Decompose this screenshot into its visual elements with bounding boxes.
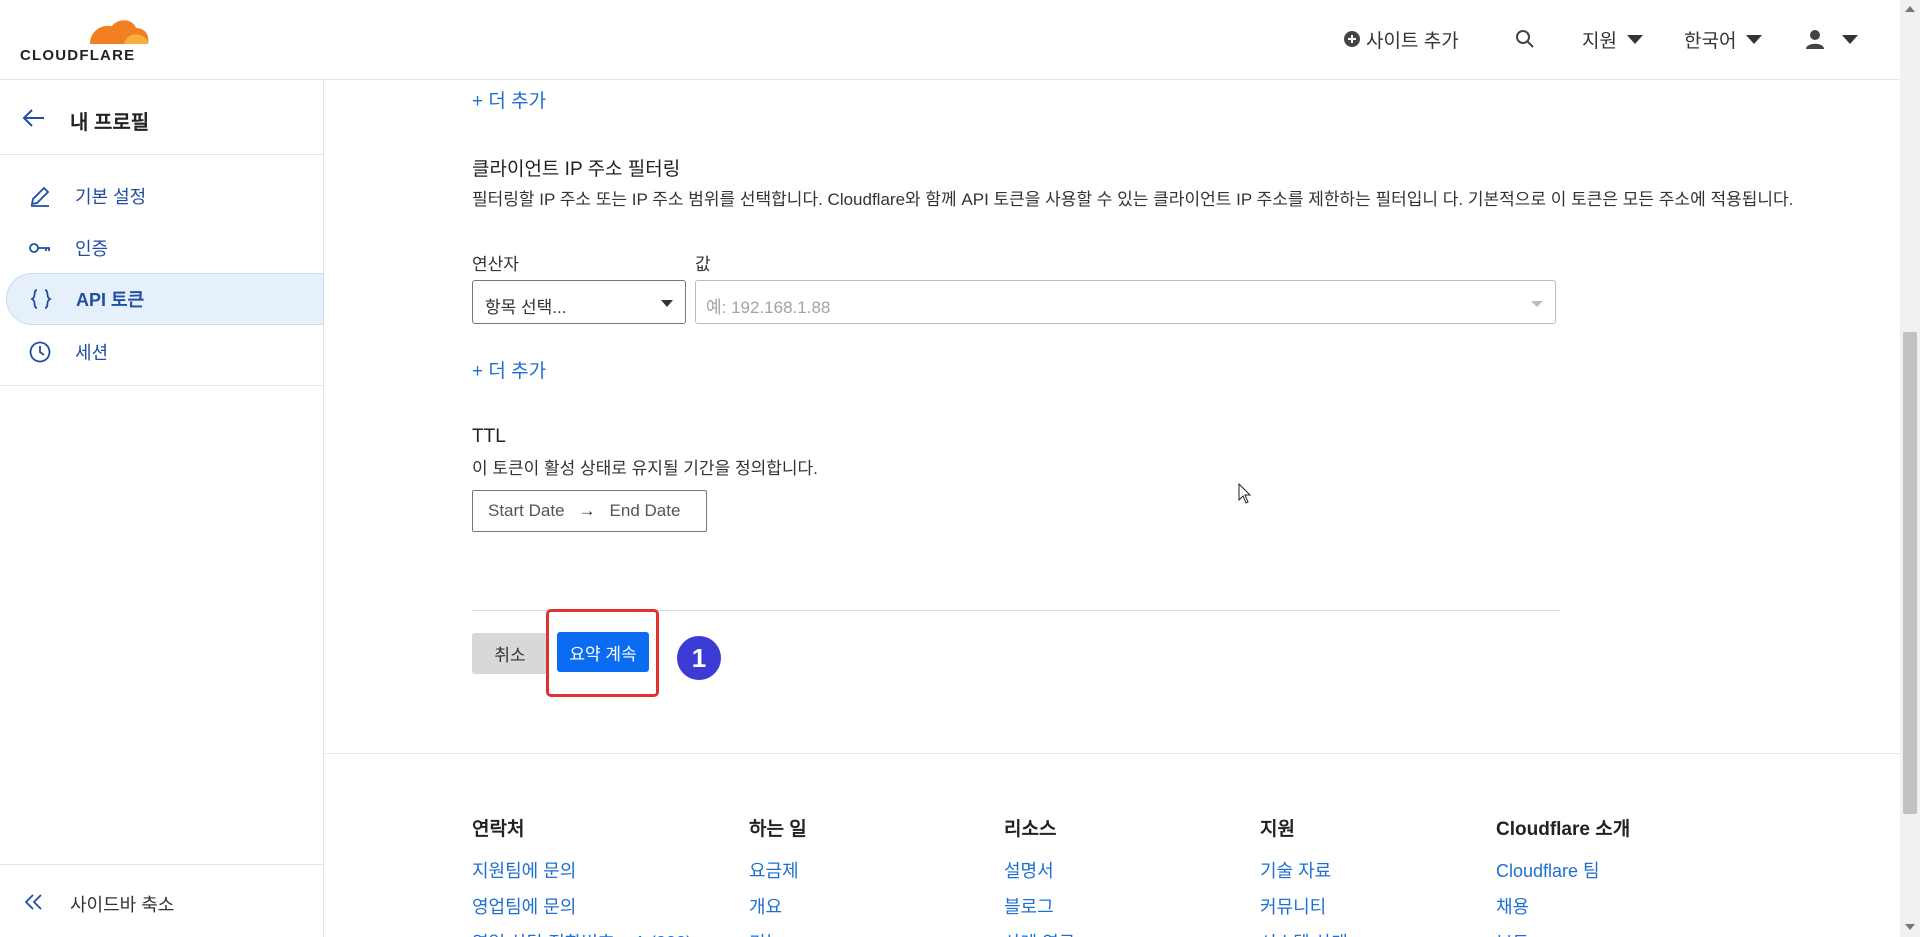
footer-link[interactable]: 블로그 <box>1004 889 1075 925</box>
cancel-button[interactable]: 취소 <box>472 633 548 674</box>
footer-link[interactable]: 시스템 상태 <box>1260 925 1348 937</box>
sidebar-nav: 기본 설정 인증 API 토큰 세션 <box>0 156 324 386</box>
footer-link[interactable]: 기능 <box>749 925 807 937</box>
ip-value-input[interactable]: 예: 192.168.1.88 <box>695 280 1556 324</box>
sidebar: 내 프로필 기본 설정 인증 API 토큰 세션 사이드바 축소 <box>0 80 324 937</box>
footer-column-contact: 연락처 지원팀에 문의 영업팀에 문의 영업 상담 전화번호: +1 (888) <box>472 814 692 937</box>
add-site-button[interactable]: 사이트 추가 <box>1344 26 1459 52</box>
chevron-down-icon <box>1626 34 1643 44</box>
braces-icon <box>30 289 52 309</box>
clock-icon <box>29 341 51 363</box>
top-header: CLOUDFLARE 사이트 추가 지원 한국어 <box>0 0 1900 80</box>
plus-circle-icon <box>1344 31 1360 47</box>
collapse-sidebar-label: 사이드바 축소 <box>70 895 175 915</box>
footer-column-title: Cloudflare 소개 <box>1496 819 1631 840</box>
end-date-field[interactable]: End Date <box>610 501 681 521</box>
sidebar-item-authentication[interactable]: 인증 <box>0 222 324 274</box>
start-date-field[interactable]: Start Date <box>488 501 565 521</box>
operator-select[interactable]: 항목 선택... <box>472 280 686 324</box>
footer-link[interactable]: 채용 <box>1496 889 1630 925</box>
footer-column-resources: 리소스 설명서 블로그 사례 연구 <box>1004 814 1075 937</box>
footer-column-title: 하는 일 <box>749 819 807 840</box>
footer-link[interactable]: 보도 <box>1496 925 1630 937</box>
footer-link[interactable]: 영업 상담 전화번호: +1 (888) <box>472 925 692 937</box>
footer-column-title: 지원 <box>1260 819 1295 840</box>
scrollbar-thumb[interactable] <box>1903 332 1917 814</box>
scroll-up-arrow-icon[interactable] <box>1905 6 1915 12</box>
footer-column-support: 지원 기술 자료 커뮤니티 시스템 상태 <box>1260 814 1348 937</box>
ip-value-placeholder: 예: 192.168.1.88 <box>706 298 831 317</box>
sidebar-item-api-tokens[interactable]: API 토큰 <box>6 273 324 325</box>
support-menu[interactable]: 지원 <box>1582 26 1643 52</box>
add-more-link[interactable]: + 더 추가 <box>472 86 546 113</box>
sidebar-item-preferences[interactable]: 기본 설정 <box>0 170 324 222</box>
chevron-down-icon <box>1531 301 1543 307</box>
ttl-description: 이 토큰이 활성 상태로 유지될 기간을 정의합니다. <box>472 459 818 478</box>
key-icon <box>29 243 50 253</box>
sidebar-item-label: 인증 <box>75 239 109 259</box>
mouse-cursor-icon <box>1238 483 1252 504</box>
operator-select-value: 항목 선택... <box>485 298 567 317</box>
footer-link[interactable]: 개요 <box>749 889 807 925</box>
chevron-down-icon <box>661 300 673 307</box>
footer-link[interactable]: 사례 연구 <box>1004 925 1075 937</box>
footer-link[interactable]: 기술 자료 <box>1260 853 1348 889</box>
continue-to-summary-button[interactable]: 요약 계속 <box>557 632 649 672</box>
add-more-link[interactable]: + 더 추가 <box>472 356 546 383</box>
language-label: 한국어 <box>1684 30 1737 52</box>
ttl-title: TTL <box>472 426 506 447</box>
step-badge: 1 <box>677 636 721 680</box>
arrow-right-icon: → <box>578 501 596 520</box>
user-icon <box>1806 30 1824 49</box>
sidebar-title: 내 프로필 <box>70 112 150 134</box>
footer-link[interactable]: 영업팀에 문의 <box>472 889 692 925</box>
footer-link[interactable]: 설명서 <box>1004 853 1075 889</box>
sidebar-item-sessions[interactable]: 세션 <box>0 326 324 378</box>
main-content: + 더 추가 클라이언트 IP 주소 필터링 필터링할 IP 주소 또는 IP … <box>325 80 1900 937</box>
search-button[interactable] <box>1515 26 1535 52</box>
vertical-scrollbar[interactable] <box>1900 0 1920 937</box>
sidebar-item-label: 세션 <box>75 343 109 363</box>
footer-link[interactable]: 커뮤니티 <box>1260 889 1348 925</box>
double-chevron-left-icon <box>24 894 42 910</box>
footer-column-title: 리소스 <box>1004 819 1057 840</box>
chevron-down-icon <box>1746 34 1763 44</box>
sidebar-header: 내 프로필 <box>0 80 324 155</box>
value-label: 값 <box>695 255 711 274</box>
ip-filter-description: 필터링할 IP 주소 또는 IP 주소 범위를 선택합니다. Cloudflar… <box>472 190 1794 209</box>
operator-label: 연산자 <box>472 255 519 274</box>
footer-column-about: Cloudflare 소개 Cloudflare 팀 채용 보도 <box>1496 814 1630 937</box>
collapse-sidebar-button[interactable]: 사이드바 축소 <box>0 864 324 937</box>
ttl-date-range-picker[interactable]: Start Date → End Date <box>472 490 707 532</box>
logo-text: CLOUDFLARE <box>20 47 136 64</box>
sidebar-item-label: API 토큰 <box>76 290 145 310</box>
language-menu[interactable]: 한국어 <box>1684 26 1763 52</box>
user-menu[interactable] <box>1804 26 1858 52</box>
search-icon <box>1516 30 1534 48</box>
cloudflare-logo[interactable]: CLOUDFLARE <box>20 14 155 64</box>
add-site-label: 사이트 추가 <box>1366 30 1459 52</box>
scroll-down-arrow-icon[interactable] <box>1905 924 1915 930</box>
footer-link[interactable]: 요금제 <box>749 853 807 889</box>
footer-column-title: 연락처 <box>472 819 525 840</box>
ip-filter-title: 클라이언트 IP 주소 필터링 <box>472 159 681 180</box>
arrow-left-icon[interactable] <box>22 108 46 128</box>
support-label: 지원 <box>1582 30 1617 52</box>
pencil-icon <box>30 186 50 207</box>
footer-column-what-we-do: 하는 일 요금제 개요 기능 <box>749 814 807 937</box>
chevron-down-icon <box>1842 34 1858 44</box>
footer-link[interactable]: 지원팀에 문의 <box>472 853 692 889</box>
footer-link[interactable]: Cloudflare 팀 <box>1496 853 1630 889</box>
footer: 연락처 지원팀에 문의 영업팀에 문의 영업 상담 전화번호: +1 (888)… <box>325 753 1900 937</box>
sidebar-item-label: 기본 설정 <box>75 187 147 207</box>
